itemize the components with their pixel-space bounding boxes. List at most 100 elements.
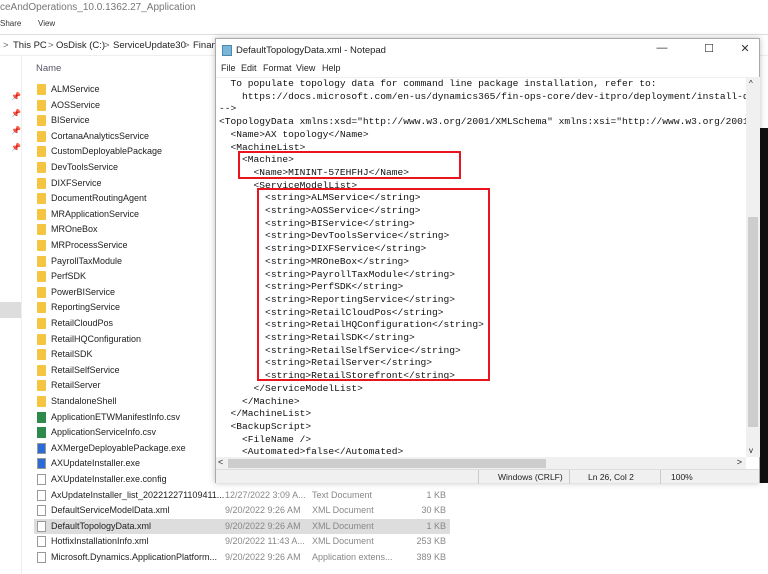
menu-help[interactable]: Help	[322, 63, 341, 73]
file-name: DefaultServiceModelData.xml	[51, 505, 170, 516]
file-date: 9/20/2022 9:26 AM	[225, 552, 301, 562]
navigation-selected-item[interactable]	[0, 302, 21, 318]
close-button[interactable]: ✕	[730, 42, 760, 58]
file-icon	[37, 552, 46, 563]
folder-icon	[37, 162, 46, 173]
file-name: CortanaAnalyticsService	[51, 130, 150, 141]
editor-line: <Automated>false</Automated>	[219, 446, 404, 457]
file-name: DIXFService	[51, 177, 102, 188]
explorer-window-title: ceAndOperations_10.0.1362.27_Application	[0, 2, 196, 13]
file-date: 9/20/2022 9:26 AM	[225, 505, 301, 516]
folder-icon	[37, 286, 46, 298]
scroll-down-icon[interactable]: v	[749, 446, 753, 455]
folder-icon	[37, 349, 46, 361]
ribbon-tab-share[interactable]: Share	[0, 19, 21, 28]
notepad-window: DefaultTopologyData.xml - Notepad — ☐ ✕ …	[215, 38, 760, 484]
folder-icon	[37, 193, 46, 205]
breadcrumb-osdisk[interactable]: OsDisk (C:)	[56, 40, 105, 51]
file-name: PayrollTaxModule	[51, 255, 123, 266]
file-row[interactable]: DefaultServiceModelData.xml 9/20/2022 9:2…	[34, 503, 450, 518]
menu-view[interactable]: View	[296, 63, 315, 73]
file-icon	[37, 489, 46, 501]
folder-icon	[37, 115, 46, 127]
breadcrumb-finance[interactable]: Finan	[193, 40, 217, 51]
file-size: 389 KB	[416, 552, 446, 562]
file-name: MRApplicationService	[51, 208, 140, 219]
file-icon	[37, 505, 46, 517]
scroll-right-icon[interactable]: >	[737, 457, 742, 467]
file-name: AXUpdateInstaller.exe	[51, 458, 141, 469]
file-name: ApplicationServiceInfo.csv	[51, 427, 157, 438]
folder-icon	[37, 333, 46, 345]
editor-line: </MachineList>	[219, 408, 312, 420]
folder-icon	[37, 146, 46, 158]
editor-line: -->	[219, 103, 237, 115]
file-row[interactable]: DefaultTopologyData.xml 9/20/2022 9:26 AM…	[34, 518, 450, 534]
file-icon	[37, 442, 46, 454]
editor-line: </ServiceModelList>	[219, 382, 363, 394]
notepad-title-bar[interactable]: DefaultTopologyData.xml - Notepad — ☐ ✕	[216, 39, 759, 61]
file-name: DevToolsService	[51, 162, 119, 172]
file-name: AXUpdateInstaller.exe.config	[51, 474, 167, 484]
folder-icon	[37, 364, 46, 376]
menu-format[interactable]: Format	[263, 63, 292, 73]
editor-line: <TopologyData xmlns:xsd="http://www.w3.o…	[219, 116, 746, 128]
breadcrumb-this-pc[interactable]: This PC	[13, 40, 47, 51]
file-name: BIService	[51, 115, 90, 126]
vertical-scroll-thumb[interactable]	[748, 217, 758, 427]
file-name: PowerBIService	[51, 286, 116, 297]
file-row[interactable]: Microsoft.Dynamics.ApplicationPlatform..…	[34, 550, 450, 565]
file-type: Text Document	[312, 489, 373, 500]
editor-line: <FileName />	[219, 433, 312, 445]
folder-icon	[37, 224, 46, 236]
file-row[interactable]: AxUpdateInstaller_list_202212271109411..…	[34, 488, 450, 503]
file-icon	[37, 427, 46, 439]
folder-icon	[37, 240, 46, 251]
file-name: ApplicationETWManifestInfo.csv	[51, 411, 181, 422]
menu-edit[interactable]: Edit	[241, 63, 257, 73]
file-icon	[37, 411, 46, 423]
file-row[interactable]: HotfixInstallationInfo.xml 9/20/2022 11:4…	[34, 534, 450, 549]
editor-line: </Machine>	[219, 395, 300, 407]
file-date: 9/20/2022 11:43 A...	[225, 536, 305, 547]
file-icon	[37, 474, 46, 485]
folder-icon	[37, 84, 46, 95]
folder-icon	[37, 318, 46, 329]
status-bar: Windows (CRLF) Ln 26, Col 2 100%	[216, 469, 759, 484]
file-type: XML Document	[312, 536, 374, 547]
menu-bar: File Edit Format View Help	[216, 61, 759, 76]
file-name: HotfixInstallationInfo.xml	[51, 536, 149, 547]
scroll-left-icon[interactable]: <	[218, 457, 223, 467]
folder-icon	[37, 302, 46, 314]
breadcrumb-serviceupdate30[interactable]: ServiceUpdate30	[113, 40, 186, 51]
folder-icon	[37, 380, 46, 392]
text-editor[interactable]: To populate topology data for command li…	[216, 77, 746, 457]
file-type: Application extens...	[312, 552, 393, 562]
file-name: CustomDeployablePackage	[51, 146, 163, 157]
file-name: AOSService	[51, 99, 101, 110]
editor-line: <Name>AX topology</Name>	[219, 128, 369, 140]
file-name: RetailCloudPos	[51, 318, 114, 328]
menu-file[interactable]: File	[221, 63, 236, 73]
highlight-box-service-list	[257, 188, 490, 381]
file-name: RetailSDK	[51, 349, 93, 360]
file-name: RetailServer	[51, 380, 101, 391]
folder-icon	[37, 99, 46, 111]
pin-icon: 📌	[11, 143, 21, 152]
scroll-up-icon[interactable]: ^	[749, 79, 753, 88]
file-name: AXMergeDeployablePackage.exe	[51, 442, 186, 453]
file-name: RetailSelfService	[51, 364, 120, 375]
folder-icon	[37, 255, 46, 267]
highlight-box-machine	[238, 151, 461, 179]
editor-line: https://docs.microsoft.com/en-us/dynamic…	[242, 90, 746, 102]
file-name: MRProcessService	[51, 240, 128, 250]
column-header-name[interactable]: Name	[36, 63, 61, 74]
horizontal-scroll-thumb[interactable]	[228, 459, 546, 468]
chevron-right-icon: >	[104, 40, 110, 51]
file-name: Microsoft.Dynamics.ApplicationPlatform..…	[51, 552, 218, 562]
chevron-right-icon: >	[48, 40, 54, 51]
ribbon-tab-view[interactable]: View	[38, 19, 55, 28]
minimize-button[interactable]: —	[647, 42, 677, 58]
editor-line: <BackupScript>	[219, 420, 312, 432]
maximize-button[interactable]: ☐	[694, 42, 724, 58]
